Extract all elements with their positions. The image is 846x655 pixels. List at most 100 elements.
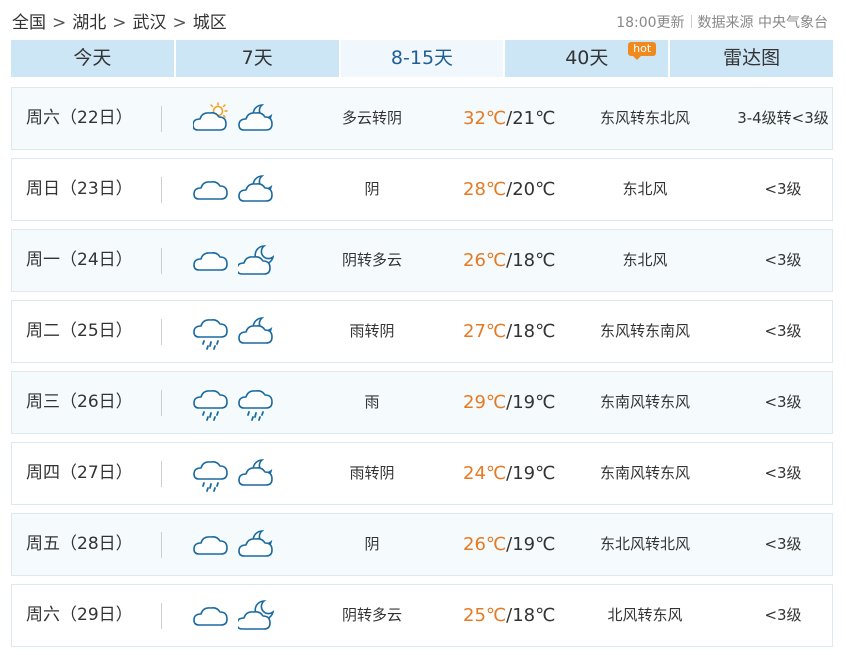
forecast-row: 周二（25日） 雨转阴 27℃/18℃ 东风转东南风 <3级 <box>11 300 833 363</box>
data-source: 数据来源 中央气象台 <box>697 15 828 31</box>
update-time: 18:00更新 <box>616 15 685 31</box>
weather-icons <box>193 244 283 280</box>
weather-icons <box>193 102 283 138</box>
forecast-day: 周四（27日） <box>26 463 133 483</box>
high-temp: 28℃ <box>463 179 507 200</box>
update-info: 18:00更新 数据来源 中央气象台 <box>616 12 828 34</box>
weather-condition: 雨 <box>364 393 380 411</box>
high-temp: 29℃ <box>463 392 507 413</box>
temperature: 26℃/18℃ <box>463 230 555 291</box>
divider <box>161 248 162 274</box>
cloudy-moon-icon <box>238 459 273 486</box>
breadcrumb-hubei[interactable]: 湖北 <box>72 13 106 33</box>
forecast-day: 周三（26日） <box>26 392 133 412</box>
forecast-row: 周六（29日） 阴转多云 25℃/18℃ 北风转东风 <3级 <box>11 584 833 647</box>
temperature: 25℃/18℃ <box>463 585 555 646</box>
tab-today[interactable]: 今天 <box>11 40 176 77</box>
low-temp: /18℃ <box>506 250 556 271</box>
hot-badge: hot <box>628 42 657 60</box>
weather-icons <box>193 528 283 564</box>
wind-direction: 东北风转北风 <box>599 535 690 553</box>
divider <box>161 532 162 558</box>
forecast-day: 周一（24日） <box>26 250 133 270</box>
high-temp: 26℃ <box>463 534 507 555</box>
breadcrumb-separator: > <box>52 13 67 33</box>
partly-cloudy-moon-icon <box>238 245 274 275</box>
forecast-row: 周五（28日） 阴 26℃/19℃ 东北风转北风 <3级 <box>11 513 833 576</box>
cloud-icon <box>193 181 228 200</box>
forecast-day: 周五（28日） <box>26 534 133 554</box>
wind-level: <3级 <box>764 606 802 624</box>
rain-icon <box>193 461 228 492</box>
low-temp: /20℃ <box>506 179 556 200</box>
wind-level: <3级 <box>764 464 802 482</box>
breadcrumb: 全国 > 湖北 > 武汉 > 城区 <box>12 10 227 36</box>
rain-icon <box>193 319 228 350</box>
divider <box>690 15 692 28</box>
temperature: 28℃/20℃ <box>463 159 555 220</box>
weather-icons <box>193 599 283 635</box>
wind-direction: 东南风转东风 <box>599 464 690 482</box>
forecast-day: 周日（23日） <box>26 179 133 199</box>
breadcrumb-wuhan[interactable]: 武汉 <box>133 13 167 33</box>
tab-40-days[interactable]: 40天 hot <box>505 40 671 77</box>
forecast-row: 周日（23日） 阴 28℃/20℃ 东北风 <3级 <box>11 158 833 221</box>
wind-direction: 东南风转东风 <box>599 393 690 411</box>
forecast-day: 周六（22日） <box>26 108 133 128</box>
temperature: 32℃/21℃ <box>463 88 555 149</box>
tab-radar[interactable]: 雷达图 <box>670 40 833 77</box>
weather-condition: 阴 <box>364 535 380 553</box>
low-temp: /18℃ <box>506 605 556 626</box>
divider <box>161 319 162 345</box>
temperature: 27℃/18℃ <box>463 301 555 362</box>
tab-7-days[interactable]: 7天 <box>175 40 341 77</box>
weather-condition: 阴转多云 <box>341 606 402 624</box>
cloudy-moon-icon <box>238 175 273 202</box>
temperature: 26℃/19℃ <box>463 514 555 575</box>
wind-level: <3级 <box>764 180 802 198</box>
cloud-icon <box>193 607 228 626</box>
forecast-day: 周六（29日） <box>26 605 133 625</box>
divider <box>161 603 162 629</box>
low-temp: /19℃ <box>506 463 556 484</box>
wind-level: 3-4级转<3级 <box>737 109 829 127</box>
wind-level: <3级 <box>764 535 802 553</box>
high-temp: 27℃ <box>463 321 507 342</box>
wind-level: <3级 <box>764 251 802 269</box>
cloudy-moon-icon <box>238 104 273 131</box>
wind-direction: 东风转东南风 <box>599 322 690 340</box>
divider <box>161 106 162 132</box>
wind-level: <3级 <box>764 322 802 340</box>
high-temp: 26℃ <box>463 250 507 271</box>
high-temp: 25℃ <box>463 605 507 626</box>
forecast-list: 周六（22日） 多云转阴 32℃/21℃ 东风转东北风 3-4级转<3级周日（23日） 阴… <box>11 87 833 655</box>
wind-level: <3级 <box>764 393 802 411</box>
weather-icons <box>193 315 283 351</box>
rain-icon <box>193 390 228 421</box>
breadcrumb-national[interactable]: 全国 <box>12 13 46 33</box>
tab-label: 40天 <box>565 47 609 69</box>
wind-direction: 东北风 <box>622 251 668 269</box>
weather-icons <box>193 173 283 209</box>
cloud-icon <box>193 536 228 555</box>
high-temp: 32℃ <box>463 108 507 129</box>
forecast-row: 周六（22日） 多云转阴 32℃/21℃ 东风转东北风 3-4级转<3级 <box>11 87 833 150</box>
wind-direction: 东北风 <box>622 180 668 198</box>
cloudy-moon-icon <box>238 317 273 344</box>
divider <box>161 177 162 203</box>
temperature: 24℃/19℃ <box>463 443 555 504</box>
weather-icons <box>193 386 283 422</box>
forecast-row: 周一（24日） 阴转多云 26℃/18℃ 东北风 <3级 <box>11 229 833 292</box>
weather-condition: 阴转多云 <box>341 251 402 269</box>
breadcrumb-separator: > <box>172 13 187 33</box>
breadcrumb-separator: > <box>112 13 127 33</box>
divider <box>161 461 162 487</box>
breadcrumb-district[interactable]: 城区 <box>193 13 227 33</box>
weather-condition: 阴 <box>364 180 380 198</box>
tab-8-15-days[interactable]: 8-15天 <box>340 40 506 77</box>
weather-icons <box>193 457 283 493</box>
forecast-tabs: 今天 7天 8-15天 40天 hot 雷达图 <box>11 40 833 77</box>
forecast-row: 周四（27日） 雨转阴 24℃/19℃ 东南风转东风 <3级 <box>11 442 833 505</box>
forecast-row: 周三（26日） 雨 29℃/19℃ 东南风转东风 <3级 <box>11 371 833 434</box>
forecast-day: 周二（25日） <box>26 321 133 341</box>
